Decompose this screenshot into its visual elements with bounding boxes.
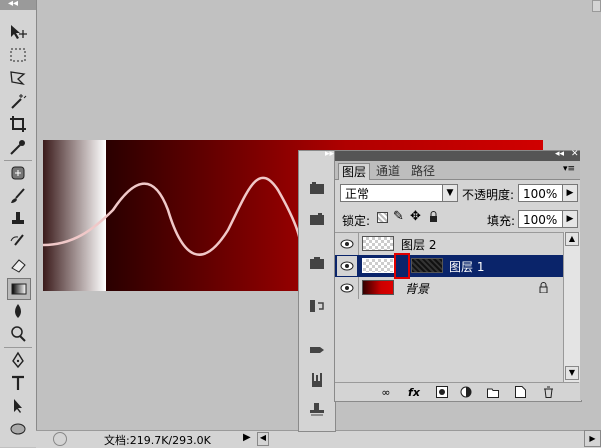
status-icon[interactable] (53, 432, 67, 446)
adjustment-layer-icon[interactable] (459, 385, 473, 399)
new-layer-icon[interactable] (513, 385, 527, 399)
blend-mode-value: 正常 (345, 187, 370, 201)
layers-bottom-bar: ∞ fx (335, 382, 579, 401)
gradient-tool-icon[interactable] (7, 278, 31, 300)
fill-slider-button[interactable]: ▶ (562, 210, 578, 228)
layer-thumbnail (362, 236, 394, 251)
tab-layers[interactable]: 图层 (338, 163, 371, 180)
brushes-panel-icon[interactable] (306, 339, 328, 361)
tab-paths[interactable]: 路径 (408, 163, 438, 179)
blend-mode-select[interactable]: 正常 (340, 184, 458, 202)
clone-source-icon[interactable] (306, 399, 328, 421)
tools-collapse-button[interactable]: ◂◂ (8, 0, 18, 9)
eraser-tool-icon[interactable] (7, 255, 29, 275)
layers-collapse-button[interactable]: ▸▸ (325, 149, 334, 159)
scroll-down-icon[interactable]: ▼ (565, 366, 579, 380)
layer-row-layer2[interactable]: 图层 2 (335, 233, 563, 255)
blend-mode-dropdown-icon[interactable]: ▼ (442, 184, 458, 202)
opacity-slider-button[interactable]: ▶ (562, 184, 578, 202)
scroll-right-icon[interactable]: ▶ (584, 430, 601, 447)
top-right-scroll-icon[interactable] (592, 0, 601, 12)
panel-icon-strip (298, 150, 336, 432)
swap-panel-icon[interactable] (306, 295, 328, 317)
lock-pixels-icon[interactable]: ✎ (393, 209, 404, 224)
layers-panel-titlebar[interactable]: ▸▸ ◂◂ ✕ (325, 149, 581, 161)
lock-position-icon[interactable]: ✥ (410, 209, 421, 224)
eyedropper-tool-icon[interactable] (7, 137, 29, 157)
opacity-input[interactable]: 100% (518, 184, 563, 202)
layer-comps-icon[interactable] (306, 252, 328, 274)
scroll-up-icon[interactable]: ▲ (565, 232, 579, 246)
fill-label: 填充: (487, 214, 516, 228)
path-selection-tool-icon[interactable] (7, 396, 29, 416)
history-brush-tool-icon[interactable] (7, 232, 29, 252)
fill-value: 100% (523, 213, 558, 227)
marquee-tool-icon[interactable] (7, 45, 29, 65)
scroll-left-icon[interactable]: ◀ (257, 432, 269, 446)
opacity-value: 100% (523, 187, 558, 201)
layer-style-icon[interactable]: fx (407, 385, 421, 399)
delete-layer-icon[interactable] (541, 385, 555, 399)
lock-transparent-icon[interactable] (377, 212, 388, 223)
tab-channels[interactable]: 通道 (373, 163, 403, 179)
history-panel-icon[interactable] (306, 177, 328, 199)
status-bar: 文档:219.7K/293.0K ▶ ◀ (36, 430, 601, 448)
healing-brush-tool-icon[interactable] (7, 163, 29, 183)
move-tool-icon[interactable] (7, 22, 29, 42)
new-group-icon[interactable] (486, 385, 500, 399)
layer-thumbnail (362, 258, 394, 273)
layer-name[interactable]: 图层 2 (401, 236, 436, 253)
layer-name[interactable]: 图层 1 (449, 258, 484, 275)
ellipse-tool-icon[interactable] (7, 419, 29, 439)
add-mask-icon[interactable] (435, 385, 449, 399)
type-tool-icon[interactable] (7, 373, 29, 393)
status-menu-arrow-icon[interactable]: ▶ (243, 432, 251, 443)
lock-label: 锁定: (342, 214, 371, 228)
blur-tool-icon[interactable] (7, 301, 29, 321)
dodge-tool-icon[interactable] (7, 324, 29, 344)
layer-mask-thumbnail[interactable] (411, 258, 443, 273)
pen-tool-icon[interactable] (7, 350, 29, 370)
visibility-eye-icon[interactable] (337, 256, 357, 276)
layer-name[interactable]: 背景 (405, 280, 429, 297)
layers-panel: ▸▸ ◂◂ ✕ 图层 通道 路径 ▾≡ 正常 ▼ 不透明度: 100% ▶ 锁定… (325, 149, 582, 402)
link-layers-icon[interactable]: ∞ (379, 385, 393, 399)
layer-lock-icon (539, 282, 548, 296)
magic-wand-tool-icon[interactable] (7, 91, 29, 111)
link-highlight-box (394, 253, 410, 279)
actions-panel-icon[interactable] (306, 208, 328, 230)
visibility-eye-icon[interactable] (337, 278, 357, 298)
opacity-label: 不透明度: (462, 188, 515, 202)
layer-row-background[interactable]: 背景 (335, 277, 563, 299)
brush-tool-icon[interactable] (7, 186, 29, 206)
clone-stamp-tool-icon[interactable] (7, 209, 29, 229)
layer-row-layer1[interactable]: 图层 1 (335, 253, 563, 279)
layers-tabs: 图层 通道 路径 ▾≡ (335, 161, 581, 180)
layers-scrollbar[interactable]: ▲ ▼ (563, 232, 580, 382)
tools-panel: ◂◂ (0, 0, 37, 447)
crop-tool-icon[interactable] (7, 114, 29, 134)
visibility-eye-icon[interactable] (337, 234, 357, 254)
fill-input[interactable]: 100% (518, 210, 563, 228)
lock-all-icon[interactable] (429, 211, 438, 222)
tool-presets-icon[interactable] (306, 369, 328, 391)
panel-close-icon[interactable]: ✕ (571, 149, 579, 159)
lasso-tool-icon[interactable] (7, 68, 29, 88)
panel-menu-icon[interactable]: ▾≡ (563, 164, 575, 174)
right-gutter (580, 150, 601, 400)
panel-collapse-icon[interactable]: ◂◂ (555, 149, 564, 159)
layer-thumbnail (362, 280, 394, 295)
document-info: 文档:219.7K/293.0K (104, 434, 211, 447)
